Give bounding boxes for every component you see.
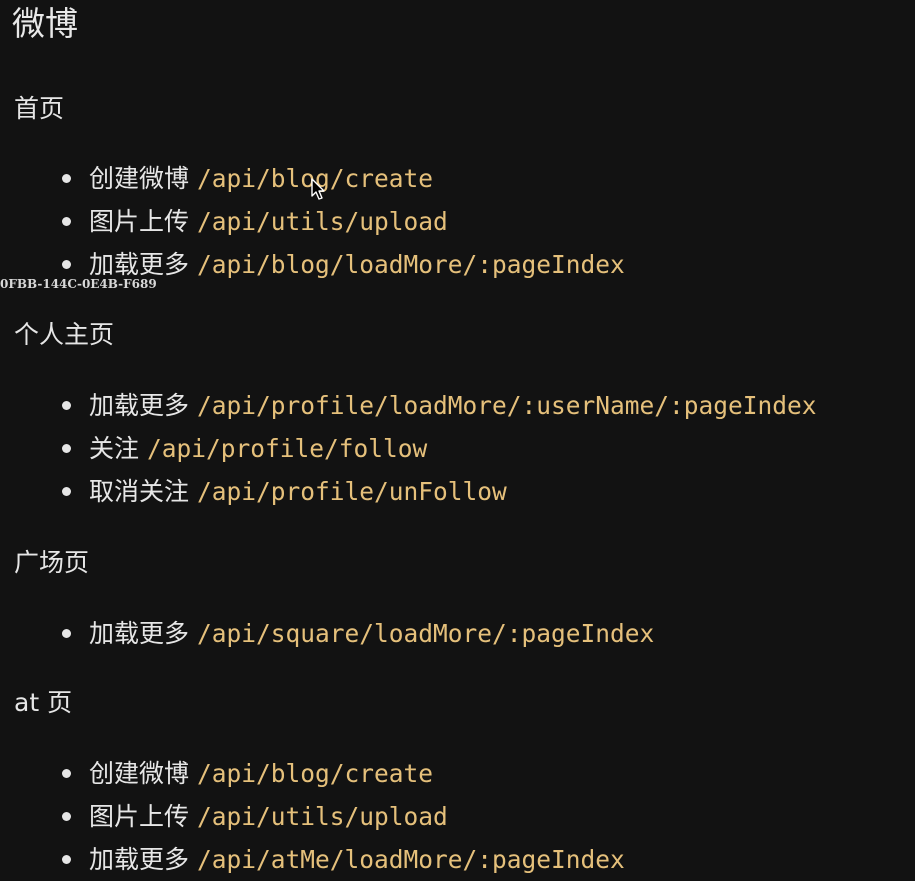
item-label: 图片上传: [89, 207, 190, 236]
item-label: 取消关注: [89, 477, 190, 506]
bullet-icon: [62, 486, 71, 496]
item-label: 关注: [89, 434, 140, 463]
bullet-icon: [62, 768, 71, 778]
bullet-icon: [62, 216, 71, 226]
list-item: 加载更多/api/square/loadMore/:pageIndex: [62, 614, 654, 654]
section-heading-home: 首页: [14, 94, 65, 123]
watermark-text: 0FBB-144C-0E4B-F689: [0, 277, 157, 291]
item-label: 加载更多: [89, 250, 190, 279]
list-item: 图片上传/api/utils/upload: [62, 797, 448, 837]
list-item: 创建微博/api/blog/create: [62, 159, 433, 199]
bullet-icon: [62, 443, 71, 453]
api-path: /api/profile/follow: [147, 434, 428, 463]
api-path: /api/utils/upload: [197, 802, 448, 831]
bullet-icon: [62, 173, 71, 183]
list-item: 加载更多/api/atMe/loadMore/:pageIndex: [62, 840, 625, 880]
list-item: 加载更多/api/profile/loadMore/:userName/:pag…: [62, 386, 817, 426]
api-path: /api/blog/loadMore/:pageIndex: [197, 250, 625, 279]
list-item: 关注/api/profile/follow: [62, 429, 427, 469]
section-heading-at: at 页: [14, 688, 73, 717]
mouse-pointer-icon: [311, 178, 325, 200]
api-path: /api/square/loadMore/:pageIndex: [197, 619, 655, 648]
bullet-icon: [62, 400, 71, 410]
list-item: 图片上传/api/utils/upload: [62, 202, 448, 242]
api-path: /api/profile/loadMore/:userName/:pageInd…: [197, 391, 817, 420]
item-label: 加载更多: [89, 845, 190, 874]
bullet-icon: [62, 259, 71, 269]
api-path: /api/blog/create: [197, 759, 434, 788]
api-path: /api/atMe/loadMore/:pageIndex: [197, 845, 625, 874]
page-title: 微博: [12, 4, 78, 43]
list-item: 取消关注/api/profile/unFollow: [62, 472, 507, 512]
bullet-icon: [62, 628, 71, 638]
section-heading-profile: 个人主页: [14, 320, 115, 349]
item-label: 加载更多: [89, 619, 190, 648]
bullet-icon: [62, 854, 71, 864]
item-label: 加载更多: [89, 391, 190, 420]
item-label: 创建微博: [89, 759, 190, 788]
list-item: 创建微博/api/blog/create: [62, 754, 433, 794]
api-path: /api/utils/upload: [197, 207, 448, 236]
api-path: /api/profile/unFollow: [197, 477, 507, 506]
bullet-icon: [62, 811, 71, 821]
item-label: 图片上传: [89, 802, 190, 831]
item-label: 创建微博: [89, 164, 190, 193]
section-heading-square: 广场页: [14, 548, 90, 577]
